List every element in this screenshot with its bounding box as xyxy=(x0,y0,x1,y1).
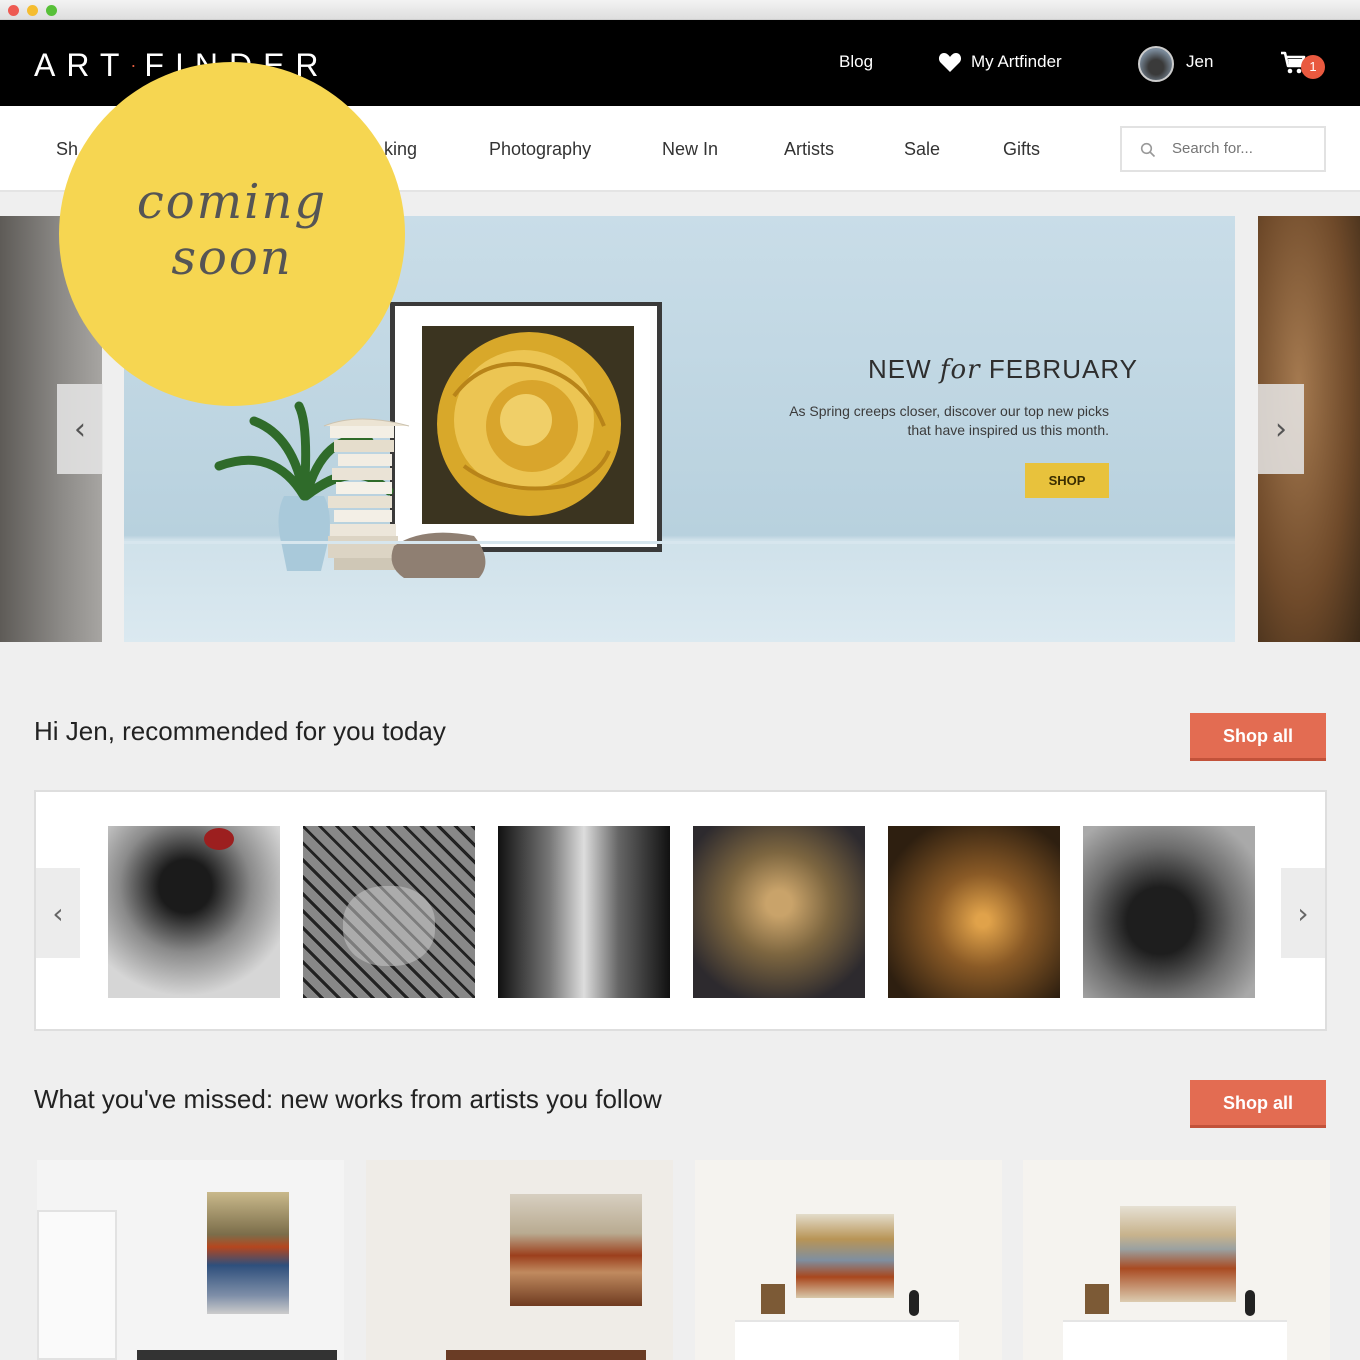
search-icon xyxy=(1140,142,1156,158)
hero-title-for: for xyxy=(939,355,981,385)
heart-icon xyxy=(938,53,962,72)
reco-next-arrow[interactable]: › xyxy=(1281,868,1325,958)
cart-count-badge: 1 xyxy=(1301,55,1325,79)
window-titlebar xyxy=(0,0,1360,20)
lamp-left xyxy=(761,1284,785,1314)
sideboard xyxy=(1063,1320,1287,1360)
minimize-window-button[interactable] xyxy=(27,5,38,16)
search-input[interactable] xyxy=(1172,140,1312,157)
artwork-thumbnail[interactable] xyxy=(108,826,280,998)
chevron-left-icon: ‹ xyxy=(52,896,64,930)
user-name[interactable]: Jen xyxy=(1186,52,1213,72)
close-window-button[interactable] xyxy=(8,5,19,16)
room-sofa xyxy=(137,1350,337,1360)
sideboard xyxy=(735,1320,959,1360)
nav-item-artists[interactable]: Artists xyxy=(784,139,834,160)
artwork-image xyxy=(207,1192,289,1314)
my-artfinder-label: My Artfinder xyxy=(971,52,1062,71)
artwork-image xyxy=(1120,1206,1236,1302)
recommended-heading: Hi Jen, recommended for you today xyxy=(34,716,446,746)
artwork-thumbnail[interactable] xyxy=(303,826,475,998)
vase-right xyxy=(909,1290,919,1316)
artwork-card[interactable] xyxy=(1023,1160,1330,1360)
chevron-left-icon: ‹ xyxy=(74,411,86,447)
chevron-right-icon: › xyxy=(1275,411,1287,447)
artwork-card[interactable] xyxy=(695,1160,1002,1360)
missed-shop-all-button[interactable]: Shop all xyxy=(1190,1080,1326,1128)
nav-item-gifts[interactable]: Gifts xyxy=(1003,139,1040,160)
artwork-card[interactable] xyxy=(37,1160,344,1360)
artwork-image xyxy=(796,1214,894,1298)
coming-soon-line1: coming xyxy=(136,174,328,230)
recommended-carousel: ‹ › xyxy=(34,790,1327,1031)
artwork-thumbnail[interactable] xyxy=(498,826,670,998)
nav-item-sale[interactable]: Sale xyxy=(904,139,940,160)
artwork-thumbnail[interactable] xyxy=(693,826,865,998)
hero-next-arrow[interactable]: › xyxy=(1258,384,1304,474)
logo-text-art: ART xyxy=(34,47,131,83)
recommended-shop-all-button[interactable]: Shop all xyxy=(1190,713,1326,761)
reco-prev-arrow[interactable]: ‹ xyxy=(36,868,80,958)
hero-title: NEW for FEBRUARY xyxy=(868,354,1138,385)
room-door xyxy=(37,1210,117,1360)
hero-prev-arrow[interactable]: ‹ xyxy=(57,384,103,474)
artwork-thumbnail[interactable] xyxy=(888,826,1060,998)
vase-right xyxy=(1245,1290,1255,1316)
hero-title-month: FEBRUARY xyxy=(988,354,1138,384)
logo-dot: · xyxy=(130,55,145,75)
maximize-window-button[interactable] xyxy=(46,5,57,16)
room-furniture xyxy=(446,1350,646,1360)
hero-title-new: NEW xyxy=(868,354,932,384)
lamp-left xyxy=(1085,1284,1109,1314)
search-box[interactable] xyxy=(1120,126,1326,172)
hero-description: As Spring creeps closer, discover our to… xyxy=(789,403,1109,438)
nav-item-new-in[interactable]: New In xyxy=(662,139,718,160)
hero-shop-button[interactable]: SHOP xyxy=(1025,463,1109,498)
artwork-card[interactable] xyxy=(366,1160,673,1360)
coming-soon-line2: soon xyxy=(171,230,293,286)
chevron-right-icon: › xyxy=(1297,896,1309,930)
nav-item-photography[interactable]: Photography xyxy=(489,139,591,160)
missed-heading: What you've missed: new works from artis… xyxy=(34,1084,662,1114)
artwork-thumbnail[interactable] xyxy=(1083,826,1255,998)
coming-soon-badge: coming soon xyxy=(59,62,405,406)
rose-painting xyxy=(437,332,621,516)
face-overlay xyxy=(343,886,435,966)
nav-item-shop[interactable]: Sh xyxy=(56,139,78,160)
nav-item-printmaking[interactable]: king xyxy=(384,139,417,160)
user-avatar[interactable] xyxy=(1138,46,1174,82)
blog-link[interactable]: Blog xyxy=(839,52,873,72)
red-flower-accent xyxy=(204,828,234,850)
artwork-image xyxy=(510,1194,642,1306)
